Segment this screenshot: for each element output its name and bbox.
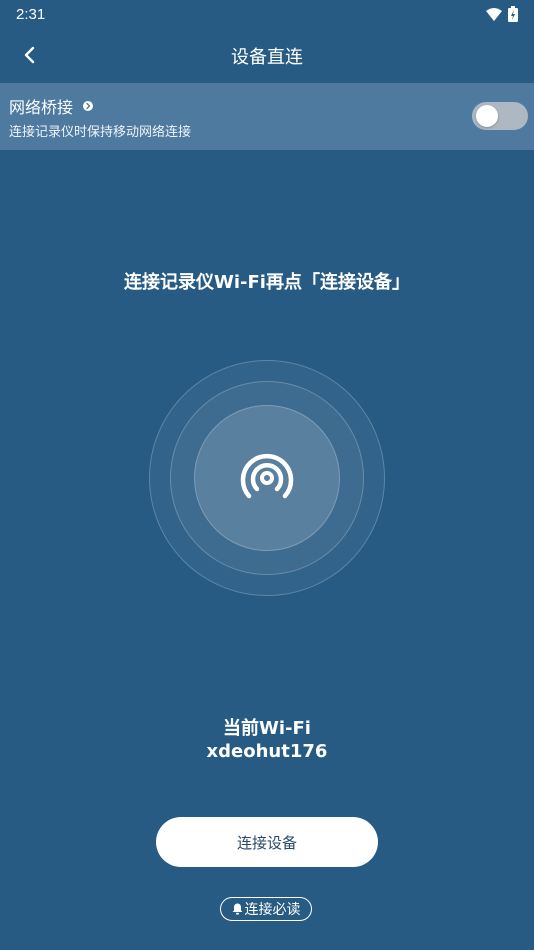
connection-guide-button[interactable]: 连接必读 (220, 897, 312, 921)
connect-instruction: 连接记录仪Wi-Fi再点「连接设备」 (124, 272, 410, 293)
connect-device-button[interactable]: 连接设备 (156, 817, 378, 867)
network-bridge-title: 网络桥接 (9, 98, 74, 117)
hotspot-icon (240, 453, 294, 499)
bell-icon (232, 903, 242, 915)
current-wifi-name: xdeohut176 (206, 741, 328, 762)
network-bridge-row: 网络桥接 连接记录仪时保持移动网络连接 (0, 83, 534, 150)
network-bridge-title-row: 网络桥接 (9, 94, 94, 118)
status-time: 2:31 (16, 5, 46, 23)
battery-icon (508, 6, 518, 22)
current-wifi-label: 当前Wi-Fi (223, 718, 311, 739)
hotspot-radar (149, 360, 385, 596)
chevron-right-icon (86, 102, 91, 110)
network-bridge-description: 连接记录仪时保持移动网络连接 (9, 125, 192, 140)
wifi-icon (486, 7, 502, 21)
info-icon[interactable] (83, 101, 94, 111)
connection-guide-label: 连接必读 (244, 902, 301, 918)
page-title: 设备直连 (231, 47, 303, 68)
status-icons (486, 6, 518, 22)
network-bridge-toggle[interactable] (472, 102, 528, 130)
status-bar: 2:31 (0, 0, 534, 28)
top-bar: 设备直连 (0, 28, 534, 82)
toggle-knob (476, 105, 498, 127)
